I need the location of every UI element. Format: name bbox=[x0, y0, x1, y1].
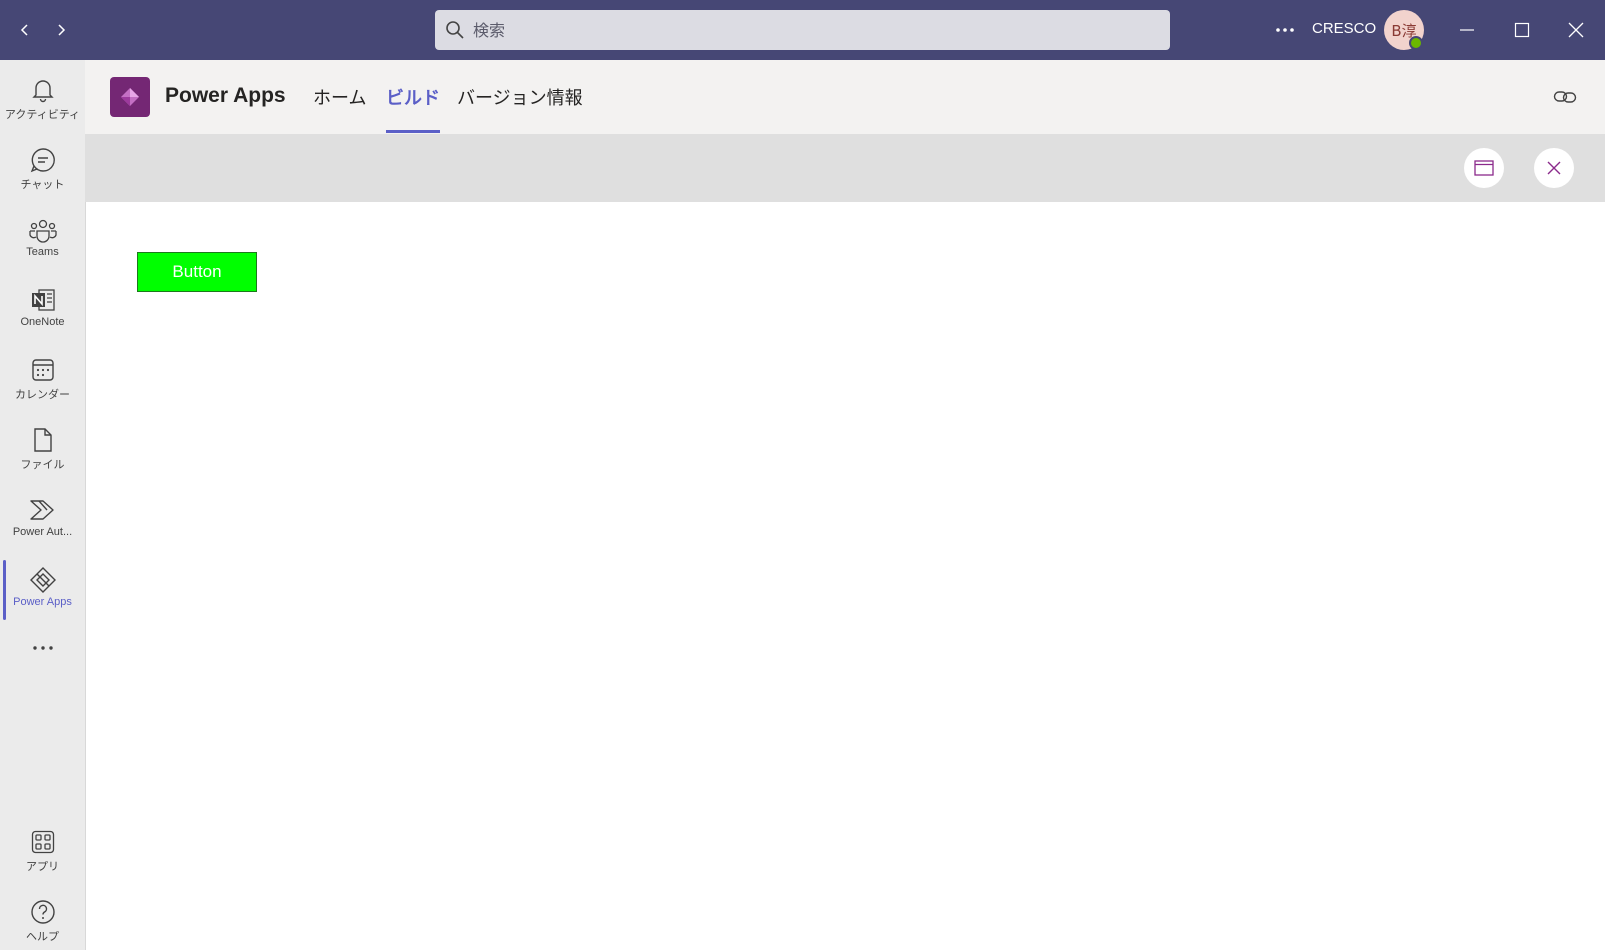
rail-item-label: チャット bbox=[20, 179, 65, 191]
ellipsis-icon bbox=[32, 646, 53, 650]
close-icon bbox=[1568, 22, 1584, 38]
rail-item-power-apps[interactable]: Power Apps bbox=[0, 558, 85, 624]
rail-item-label: Power Apps bbox=[13, 596, 72, 608]
help-icon bbox=[30, 900, 55, 924]
rail-item-help[interactable]: ヘルプ bbox=[0, 890, 85, 950]
power-apps-logo bbox=[110, 77, 150, 117]
chevron-left-icon bbox=[20, 24, 28, 36]
forward-button[interactable] bbox=[46, 15, 76, 45]
rail-item-chat[interactable]: チャット bbox=[0, 138, 85, 204]
power-apps-icon bbox=[29, 567, 56, 593]
rail-item-onenote[interactable]: OneNote bbox=[0, 278, 85, 344]
rail-item-label: Teams bbox=[26, 246, 59, 258]
apps-icon bbox=[31, 830, 54, 854]
tab-home[interactable]: ホーム bbox=[313, 84, 366, 133]
power-apps-logo-icon bbox=[121, 88, 139, 106]
back-button[interactable] bbox=[10, 15, 40, 45]
app-title: Power Apps bbox=[165, 84, 286, 107]
search-box[interactable] bbox=[435, 10, 1170, 50]
rail-item-power-automate[interactable]: Power Aut... bbox=[0, 488, 85, 554]
title-bar: CRESCO B淳 bbox=[0, 0, 1605, 60]
rail-item-label: OneNote bbox=[20, 316, 65, 328]
rail-item-activity[interactable]: アクティビティ bbox=[0, 68, 85, 134]
rail-item-label: Power Aut... bbox=[12, 526, 73, 538]
close-window-button[interactable] bbox=[1561, 15, 1591, 45]
app-header: Power Apps ホーム ビルド バージョン情報 bbox=[85, 60, 1605, 133]
rail-item-teams[interactable]: Teams bbox=[0, 208, 85, 274]
rail-item-label: ファイル bbox=[20, 459, 65, 471]
rail-item-calendar[interactable]: カレンダー bbox=[0, 348, 85, 414]
copy-link-button[interactable] bbox=[1550, 82, 1580, 112]
file-icon bbox=[33, 428, 52, 452]
minimize-button[interactable] bbox=[1452, 15, 1482, 45]
app-canvas: Button bbox=[85, 202, 1605, 950]
minimize-icon bbox=[1460, 29, 1474, 31]
ellipsis-icon bbox=[1276, 28, 1294, 32]
maximize-button[interactable] bbox=[1507, 15, 1537, 45]
pop-out-button[interactable] bbox=[1464, 148, 1504, 188]
tab-build[interactable]: ビルド bbox=[386, 84, 440, 133]
close-app-button[interactable] bbox=[1534, 148, 1574, 188]
power-automate-icon bbox=[29, 500, 54, 520]
rail-item-label: アクティビティ bbox=[4, 109, 81, 121]
onenote-icon bbox=[31, 289, 55, 311]
link-icon bbox=[1553, 91, 1577, 103]
chevron-right-icon bbox=[58, 24, 66, 36]
tab-about[interactable]: バージョン情報 bbox=[457, 84, 583, 133]
chat-icon bbox=[30, 148, 55, 173]
app-rail: アクティビティ チャット Teams OneNote カレンダー ファイル Po… bbox=[0, 60, 85, 950]
rail-item-files[interactable]: ファイル bbox=[0, 418, 85, 484]
canvas-button[interactable]: Button bbox=[137, 252, 257, 292]
search-input[interactable] bbox=[473, 20, 1153, 40]
maximize-icon bbox=[1514, 22, 1530, 38]
search-icon bbox=[446, 21, 464, 39]
org-name[interactable]: CRESCO bbox=[1312, 20, 1376, 37]
window-icon bbox=[1474, 160, 1494, 176]
app-toolbar bbox=[85, 134, 1605, 202]
rail-item-label: アプリ bbox=[26, 861, 59, 873]
bell-icon bbox=[31, 80, 54, 103]
rail-item-apps[interactable]: アプリ bbox=[0, 820, 85, 886]
calendar-icon bbox=[31, 359, 54, 381]
rail-more-button[interactable] bbox=[0, 626, 85, 662]
rail-item-label: ヘルプ bbox=[26, 931, 59, 943]
teams-icon bbox=[28, 219, 57, 243]
presence-status-badge bbox=[1409, 36, 1423, 50]
close-icon bbox=[1547, 161, 1561, 175]
more-options-button[interactable] bbox=[1270, 15, 1300, 45]
rail-item-label: カレンダー bbox=[15, 389, 70, 401]
